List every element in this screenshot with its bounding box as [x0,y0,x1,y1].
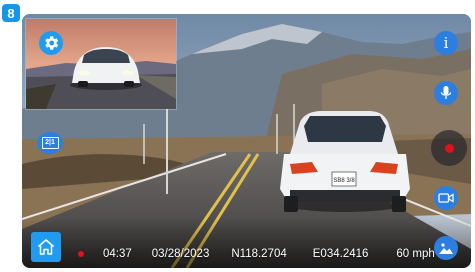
svg-text:SB8 3/8: SB8 3/8 [333,178,355,184]
photo-icon [439,243,453,254]
video-camera-icon [438,193,454,203]
time-readout: 04:37 [103,248,132,260]
date-readout: 03/28/2023 [151,248,210,260]
info-icon: i [443,34,449,52]
record-button[interactable] [431,130,467,166]
home-icon [38,239,54,255]
info-button[interactable]: i [434,31,458,55]
photo-button[interactable] [434,236,458,260]
recording-indicator [78,251,84,257]
settings-button[interactable] [39,31,63,55]
speed-readout: 60 mph [396,248,435,260]
microphone-icon [440,86,452,99]
callout-badge: 8 [2,4,20,22]
microphone-button[interactable] [434,81,458,105]
video-button[interactable] [434,186,458,210]
home-button[interactable] [31,232,61,262]
camera-switch-button[interactable]: 2|1 [37,132,63,154]
camera-switch-icon: 2|1 [41,137,59,149]
gear-icon [45,36,59,50]
latitude-readout: E034.2416 [312,248,369,260]
record-icon [444,143,454,153]
dashcam-screen: SB8 3/8 2|1 i 04:37 03/28/2023 N118.2704… [22,14,471,268]
status-bar: 04:37 03/28/2023 N118.2704 E034.2416 60 … [72,248,435,260]
longitude-readout: N118.2704 [231,248,287,260]
